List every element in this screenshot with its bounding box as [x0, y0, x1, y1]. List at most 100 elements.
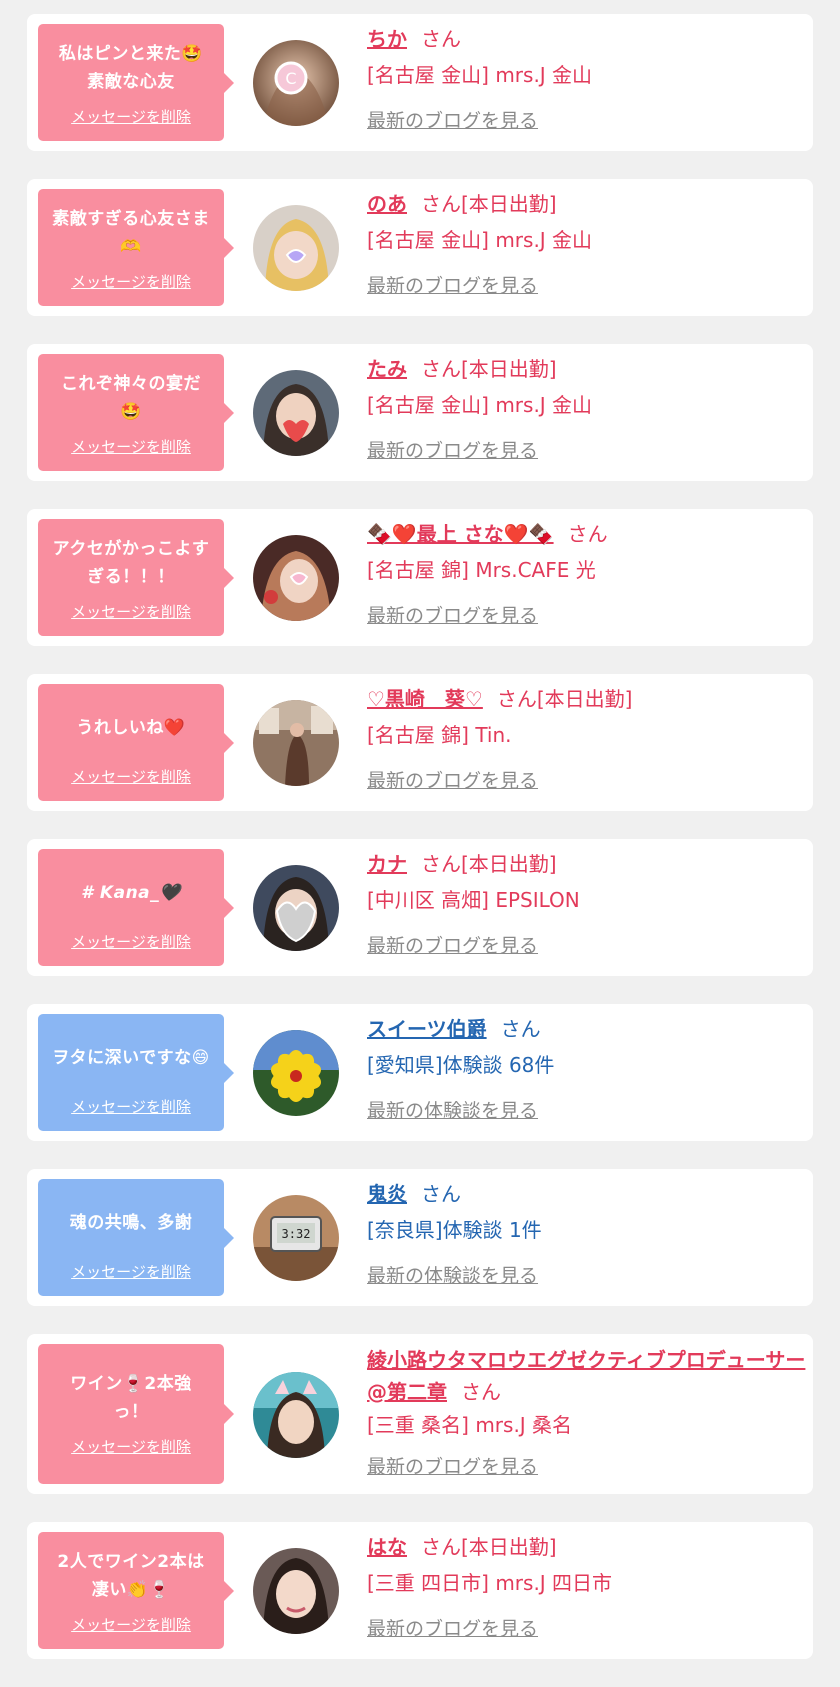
- latest-post-link[interactable]: 最新のブログを見る: [367, 271, 538, 298]
- message-text: 2人でワイン2本は凄い👏🍷: [57, 1552, 205, 1600]
- message-card: うれしいね❤️ メッセージを削除 ♡黒崎 葵♡ さん[本日出勤] [名古屋 錦] …: [27, 674, 813, 811]
- latest-post-link[interactable]: 最新のブログを見る: [367, 1452, 538, 1479]
- message-bubble: # Kana_🖤 メッセージを削除: [38, 849, 234, 966]
- message-text: うれしいね❤️: [76, 718, 186, 738]
- latest-post-link[interactable]: 最新のブログを見る: [367, 1614, 538, 1641]
- message-card: 素敵すぎる心友さま🫶 メッセージを削除 のあ さん[本日出勤] [名古屋 金山] …: [27, 179, 813, 316]
- latest-report-link[interactable]: 最新の体験談を見る: [367, 1261, 538, 1288]
- message-card: ワイン🍷2本強っ！ メッセージを削除 綾小路ウタマロウエグゼクティブプロデューサ…: [27, 1334, 813, 1494]
- delete-message-link[interactable]: メッセージを削除: [46, 106, 216, 127]
- message-card: 私はピンと来た🤩素敵な心友 メッセージを削除 C ちか さん [名古屋 金山] m…: [27, 14, 813, 151]
- message-text: これぞ神々の宴だ🤩: [61, 374, 201, 422]
- working-today-tag: [本日出勤]: [461, 852, 557, 876]
- user-info: はな さん[本日出勤] [三重 四日市] mrs.J 四日市 最新のブログを見る: [367, 1532, 807, 1641]
- message-text: 私はピンと来た🤩素敵な心友: [58, 44, 204, 92]
- shop-info: [名古屋 金山] mrs.J 金山: [367, 63, 593, 87]
- user-name-link[interactable]: 🍫❤️最上 さな❤️🍫: [367, 522, 554, 546]
- honorific: さん: [421, 1182, 461, 1206]
- message-bubble: 2人でワイン2本は凄い👏🍷 メッセージを削除: [38, 1532, 234, 1649]
- svg-text:C: C: [285, 69, 296, 88]
- svg-text:3:32: 3:32: [282, 1227, 311, 1241]
- latest-post-link[interactable]: 最新のブログを見る: [367, 931, 538, 958]
- working-today-tag: [本日出勤]: [461, 357, 557, 381]
- message-bubble: 魂の共鳴、多謝 メッセージを削除: [38, 1179, 234, 1296]
- shop-info: [名古屋 錦] Tin.: [367, 723, 512, 747]
- message-text: 魂の共鳴、多謝: [69, 1213, 193, 1233]
- avatar[interactable]: [253, 370, 339, 456]
- user-info: 🍫❤️最上 さな❤️🍫 さん [名古屋 錦] Mrs.CAFE 光 最新のブログを…: [367, 519, 807, 628]
- latest-post-link[interactable]: 最新のブログを見る: [367, 766, 538, 793]
- honorific: さん: [421, 357, 461, 381]
- message-bubble: ヲタに深いですな😄 メッセージを削除: [38, 1014, 234, 1131]
- working-today-tag: [本日出勤]: [461, 1535, 557, 1559]
- latest-post-link[interactable]: 最新のブログを見る: [367, 601, 538, 628]
- user-name-link[interactable]: のあ: [367, 192, 407, 216]
- message-bubble: アクセがかっこよすぎる！！！ メッセージを削除: [38, 519, 234, 636]
- user-name-link[interactable]: ♡黒崎 葵♡: [367, 687, 483, 711]
- honorific: さん: [421, 27, 461, 51]
- delete-message-link[interactable]: メッセージを削除: [46, 1614, 216, 1635]
- user-name-link[interactable]: はな: [367, 1535, 407, 1559]
- avatar[interactable]: [253, 205, 339, 291]
- message-bubble: うれしいね❤️ メッセージを削除: [38, 684, 234, 801]
- delete-message-link[interactable]: メッセージを削除: [46, 1261, 216, 1282]
- message-card: アクセがかっこよすぎる！！！ メッセージを削除 🍫❤️最上 さな❤️🍫 さん [名…: [27, 509, 813, 646]
- message-card: # Kana_🖤 メッセージを削除 カナ さん[本日出勤] [中川区 高畑] EP…: [27, 839, 813, 976]
- delete-message-link[interactable]: メッセージを削除: [46, 1096, 216, 1117]
- honorific: さん: [421, 852, 461, 876]
- avatar[interactable]: 3:32: [253, 1195, 339, 1281]
- shop-info: [名古屋 錦] Mrs.CAFE 光: [367, 558, 596, 582]
- message-text: ワイン🍷2本強っ！: [70, 1374, 192, 1422]
- honorific: さん: [421, 192, 461, 216]
- avatar[interactable]: [253, 1372, 339, 1458]
- user-info: ちか さん [名古屋 金山] mrs.J 金山 最新のブログを見る: [367, 24, 807, 133]
- avatar[interactable]: [253, 865, 339, 951]
- message-bubble: ワイン🍷2本強っ！ メッセージを削除: [38, 1344, 234, 1484]
- avatar[interactable]: [253, 1030, 339, 1116]
- shop-info: [奈良県]体験談 1件: [367, 1218, 542, 1242]
- message-bubble: 私はピンと来た🤩素敵な心友 メッセージを削除: [38, 24, 234, 141]
- message-card: ヲタに深いですな😄 メッセージを削除 スイーツ伯爵 さん [愛知県]体験談 68件…: [27, 1004, 813, 1141]
- working-today-tag: [本日出勤]: [461, 192, 557, 216]
- user-info: のあ さん[本日出勤] [名古屋 金山] mrs.J 金山 最新のブログを見る: [367, 189, 807, 298]
- delete-message-link[interactable]: メッセージを削除: [46, 766, 216, 787]
- delete-message-link[interactable]: メッセージを削除: [46, 436, 216, 457]
- latest-post-link[interactable]: 最新のブログを見る: [367, 106, 538, 133]
- avatar[interactable]: [253, 1548, 339, 1634]
- message-text: # Kana_🖤: [81, 883, 181, 903]
- honorific: さん: [567, 522, 608, 546]
- avatar[interactable]: C: [253, 40, 339, 126]
- shop-info: [愛知県]体験談 68件: [367, 1053, 555, 1077]
- avatar[interactable]: [253, 700, 339, 786]
- delete-message-link[interactable]: メッセージを削除: [46, 271, 216, 292]
- delete-message-link[interactable]: メッセージを削除: [46, 601, 216, 622]
- user-name-link[interactable]: ちか: [367, 27, 407, 51]
- shop-info: [三重 四日市] mrs.J 四日市: [367, 1571, 613, 1595]
- message-card: 魂の共鳴、多謝 メッセージを削除 3:32 鬼炎 さん [奈良県]体験談 1件 最…: [27, 1169, 813, 1306]
- avatar[interactable]: [253, 535, 339, 621]
- user-info: たみ さん[本日出勤] [名古屋 金山] mrs.J 金山 最新のブログを見る: [367, 354, 807, 463]
- user-info: ♡黒崎 葵♡ さん[本日出勤] [名古屋 錦] Tin. 最新のブログを見る: [367, 684, 807, 793]
- latest-post-link[interactable]: 最新のブログを見る: [367, 436, 538, 463]
- shop-info: [三重 桑名] mrs.J 桑名: [367, 1413, 573, 1437]
- delete-message-link[interactable]: メッセージを削除: [46, 1436, 216, 1457]
- message-text: アクセがかっこよすぎる！！！: [52, 539, 210, 587]
- message-list: 私はピンと来た🤩素敵な心友 メッセージを削除 C ちか さん [名古屋 金山] m…: [27, 14, 813, 1687]
- user-name-link[interactable]: カナ: [367, 852, 407, 876]
- user-name-link[interactable]: 鬼炎: [367, 1182, 407, 1206]
- shop-info: [名古屋 金山] mrs.J 金山: [367, 228, 593, 252]
- honorific: さん: [461, 1380, 501, 1404]
- message-text: ヲタに深いですな😄: [52, 1048, 210, 1068]
- honorific: さん: [500, 1017, 541, 1041]
- honorific: さん: [421, 1535, 461, 1559]
- delete-message-link[interactable]: メッセージを削除: [46, 931, 216, 952]
- user-name-link[interactable]: たみ: [367, 357, 407, 381]
- latest-report-link[interactable]: 最新の体験談を見る: [367, 1096, 538, 1123]
- user-info: カナ さん[本日出勤] [中川区 高畑] EPSILON 最新のブログを見る: [367, 849, 807, 958]
- user-name-link[interactable]: 綾小路ウタマロウエグゼクティブプロデューサー@第二章: [367, 1348, 805, 1404]
- user-name-link[interactable]: スイーツ伯爵: [367, 1017, 487, 1041]
- shop-info: [中川区 高畑] EPSILON: [367, 888, 580, 912]
- user-info: 綾小路ウタマロウエグゼクティブプロデューサー@第二章 さん [三重 桑名] mrs…: [367, 1344, 807, 1479]
- shop-info: [名古屋 金山] mrs.J 金山: [367, 393, 593, 417]
- working-today-tag: [本日出勤]: [536, 687, 633, 711]
